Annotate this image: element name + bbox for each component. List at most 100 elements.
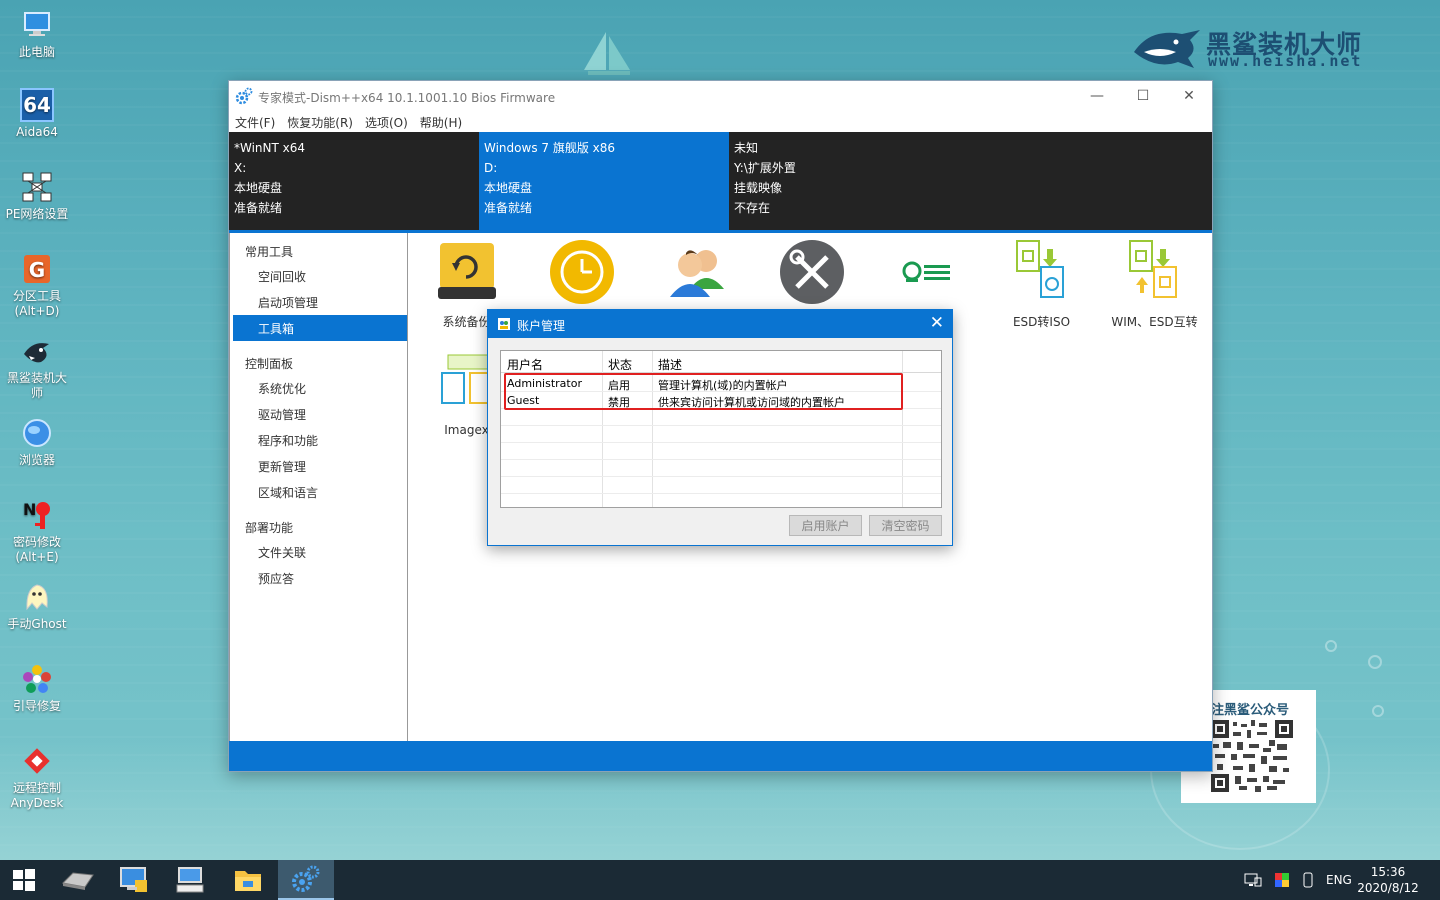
close-button[interactable]: ✕ — [1166, 81, 1212, 111]
desktop-icon-boot-repair[interactable]: 引导修复 — [4, 662, 70, 714]
desktop-icon-password[interactable]: N 密码修改 (Alt+E) — [4, 498, 70, 565]
tool-esd-to-iso[interactable]: ESD转ISO — [984, 233, 1099, 330]
desktop-icon-label: 此电脑 — [18, 45, 55, 59]
usb-icon[interactable] — [1302, 872, 1314, 888]
menu-options[interactable]: 选项(O) — [359, 111, 414, 131]
desktop-icon-aida64[interactable]: 64 Aida64 — [4, 88, 70, 140]
desktop-icon-computer[interactable]: 此电脑 — [4, 8, 70, 60]
bubble-decoration — [1325, 640, 1337, 652]
folder-icon — [235, 871, 261, 891]
sidebar-item-startup[interactable]: 启动项管理 — [230, 289, 407, 315]
desktop-icon-label: 远程控制 — [12, 781, 61, 795]
windows-logo-icon — [13, 869, 35, 891]
row-divider — [501, 425, 941, 426]
clock[interactable]: 15:36 2020/8/12 — [1356, 860, 1420, 900]
tool-accounts[interactable] — [639, 233, 754, 313]
esd-iso-icon — [1007, 237, 1077, 307]
system-type: 挂载映像 — [734, 181, 783, 195]
system-tray: ENG — [1244, 860, 1352, 900]
clock-date: 2020/8/12 — [1357, 881, 1419, 895]
menu-file[interactable]: 文件(F) — [229, 111, 281, 131]
qr-title: 注黑鲨公众号 — [1211, 703, 1290, 718]
system-slot-win7[interactable]: Windows 7 旗舰版 x86 D: 本地硬盘 准备就绪 — [479, 132, 729, 230]
minimize-icon: — — [1090, 88, 1104, 104]
tool-utilities[interactable] — [754, 233, 869, 313]
system-slot-winnt[interactable]: *WinNT x64 X: 本地硬盘 准备就绪 — [229, 132, 479, 230]
clear-password-button[interactable]: 清空密码 — [869, 515, 942, 536]
desktop-icon-shark[interactable]: 黑鲨装机大 师 — [4, 334, 70, 401]
sidebar-group-common-tools: 常用工具 — [245, 245, 294, 259]
menu-bar: 文件(F) 恢复功能(R) 选项(O) 帮助(H) — [229, 111, 1212, 131]
sidebar-group-deploy: 部署功能 — [245, 521, 294, 535]
svg-text:N: N — [23, 500, 36, 519]
system-drive: D: — [484, 161, 498, 175]
taskbar-app-dism[interactable] — [278, 860, 334, 900]
row-divider — [501, 493, 941, 494]
taskbar-app-explorer[interactable] — [220, 860, 276, 900]
window-titlebar[interactable]: 专家模式-Dism++x64 10.1.1001.10 Bios Firmwar… — [229, 81, 1212, 111]
sidebar-item-answer-file[interactable]: 预应答 — [230, 565, 407, 591]
system-status: 准备就绪 — [234, 201, 283, 215]
system-name: 未知 — [734, 141, 759, 155]
column-header-username[interactable]: 用户名 — [507, 356, 543, 373]
close-icon: ✕ — [1183, 88, 1195, 104]
backup-drive-icon — [432, 237, 502, 307]
sidebar-item-programs[interactable]: 程序和功能 — [230, 427, 407, 453]
sidebar-item-region[interactable]: 区域和语言 — [230, 479, 407, 505]
table-header: 用户名 状态 描述 — [501, 351, 941, 373]
account-dialog: 账户管理 ✕ 用户名 状态 描述 Administrator 启用 管理计算机(… — [487, 309, 953, 546]
start-button[interactable] — [0, 860, 48, 900]
dialog-close-icon[interactable]: ✕ — [930, 313, 944, 333]
tool-hotkeys[interactable] — [869, 233, 984, 313]
taskbar-app-remote[interactable] — [162, 860, 218, 900]
taskbar-app-network[interactable] — [106, 860, 162, 900]
sidebar-item-optimize[interactable]: 系统优化 — [230, 375, 407, 401]
system-selector-bar: *WinNT x64 X: 本地硬盘 准备就绪 Windows 7 旗舰版 x8… — [229, 132, 1212, 230]
system-slot-unknown[interactable]: 未知 Y:\扩展外置 挂载映像 不存在 — [729, 132, 1212, 230]
sidebar-item-updates[interactable]: 更新管理 — [230, 453, 407, 479]
color-display-icon[interactable] — [1274, 872, 1290, 888]
desktop-icon-browser[interactable]: 浏览器 — [4, 416, 70, 468]
sidebar-item-file-assoc[interactable]: 文件关联 — [230, 539, 407, 565]
sidebar-group-control-panel: 控制面板 — [245, 357, 294, 371]
desktop-icon-sublabel: AnyDesk — [10, 796, 64, 810]
language-indicator[interactable]: ENG — [1326, 873, 1352, 887]
list-settings-icon — [892, 237, 962, 307]
desktop-icon-ghost[interactable]: 手动Ghost — [4, 580, 70, 632]
tool-wim-esd[interactable]: WIM、ESD互转 — [1097, 233, 1212, 330]
desktop-icon-label: 密码修改 — [12, 535, 61, 549]
menu-recovery[interactable]: 恢复功能(R) — [281, 111, 359, 131]
partition-icon: G — [20, 252, 54, 286]
enable-account-button[interactable]: 启用账户 — [789, 515, 862, 536]
brand-url: www.heisha.net — [1208, 52, 1363, 70]
desktop-icon-label: 引导修复 — [12, 699, 61, 713]
sidebar-item-toolbox[interactable]: 工具箱 — [233, 315, 407, 341]
system-name: *WinNT x64 — [234, 141, 306, 155]
column-header-state[interactable]: 状态 — [608, 356, 632, 373]
desktop-icon-label: Aida64 — [16, 125, 58, 139]
gear-icon — [235, 87, 253, 105]
taskbar-app-disk[interactable] — [50, 860, 106, 900]
sidebar-item-drivers[interactable]: 驱动管理 — [230, 401, 407, 427]
dialog-titlebar[interactable]: 账户管理 ✕ — [488, 310, 952, 338]
desktop-icon-sublabel: (Alt+E) — [15, 550, 59, 564]
red-highlight-box — [504, 373, 903, 410]
minimize-button[interactable]: — — [1074, 81, 1120, 111]
maximize-button[interactable]: ☐ — [1120, 81, 1166, 111]
shark-logo-icon — [1134, 30, 1200, 68]
desktop-icon-sublabel: (Alt+D) — [14, 304, 60, 318]
anydesk-icon — [20, 744, 54, 778]
menu-help[interactable]: 帮助(H) — [414, 111, 468, 131]
network-status-icon[interactable] — [1244, 872, 1262, 888]
desktop-icon-partition[interactable]: G 分区工具 (Alt+D) — [4, 252, 70, 319]
column-header-description[interactable]: 描述 — [658, 356, 682, 373]
system-type: 本地硬盘 — [484, 181, 533, 195]
sidebar-item-space-recovery[interactable]: 空间回收 — [230, 263, 407, 289]
system-status: 不存在 — [734, 201, 771, 215]
system-status: 准备就绪 — [484, 201, 533, 215]
shark-icon — [20, 334, 54, 368]
tool-restore[interactable] — [524, 233, 639, 313]
desktop-icon-anydesk[interactable]: 远程控制 AnyDesk — [4, 744, 70, 811]
desktop-icon-sublabel: 师 — [30, 386, 43, 400]
desktop-icon-network[interactable]: PE网络设置 — [4, 170, 70, 222]
